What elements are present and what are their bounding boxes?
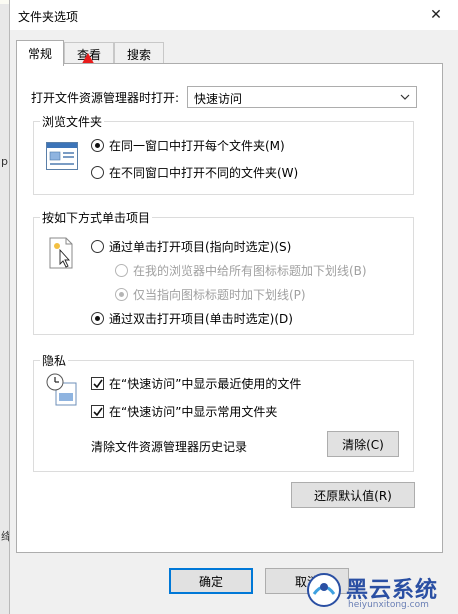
radio-label: 仅当指向图标标题时加下划线(P) [133,288,306,302]
radio-button[interactable] [91,312,104,325]
click-cursor-icon [49,237,73,269]
radio-button[interactable] [91,166,104,179]
folder-window-icon [46,142,78,170]
tab-label: 常规 [27,47,52,61]
open-explorer-value: 快速访问 [194,92,243,106]
radio-button[interactable] [91,139,104,152]
chevron-down-icon [400,94,410,100]
radio-underline-hover[interactable]: 仅当指向图标标题时加下划线(P) [115,286,306,303]
background-text-fragment: p [1,155,8,168]
folder-options-dialog: 文件夹选项 ✕ 常规 查看 搜索 打开文件资源管理器时打开: 快速访问 [9,0,458,614]
check-recent-files[interactable]: 在“快速访问”中显示最近使用的文件 [91,375,301,392]
radio-button[interactable] [91,240,104,253]
checkbox[interactable] [91,377,104,390]
close-icon: ✕ [430,7,442,23]
radio-label: 通过单击打开项目(指向时选定)(S) [109,240,292,254]
radio-label: 在不同窗口中打开不同的文件夹(W) [109,166,299,180]
site-watermark: 黑云系统 heiyunxitong.com [298,570,458,614]
browse-folders-title: 浏览文件夹 [40,113,105,130]
checkbox-label: 在“快速访问”中显示最近使用的文件 [109,377,302,391]
radio-button[interactable] [115,264,128,277]
title-bar: 文件夹选项 ✕ [10,0,458,30]
checkbox-label: 在“快速访问”中显示常用文件夹 [109,405,278,419]
button-label: 还原默认值(R) [314,488,392,503]
privacy-group: 隐私 在“快速访问”中显示最近使用的文件 在“快速访问”中显示常用文件夹 清除文… [33,352,414,472]
click-items-group: 按如下方式单击项目 通过单击打开项目(指向时选定)(S) 在我的浏览器中给所有图… [33,209,414,335]
check-frequent-folders[interactable]: 在“快速访问”中显示常用文件夹 [91,403,277,420]
clear-history-button[interactable]: 清除(C) [327,431,399,457]
clear-history-label: 清除文件资源管理器历史记录 [91,440,248,454]
tab-search[interactable]: 搜索 [114,42,164,64]
radio-label: 通过双击打开项目(单击时选定)(D) [109,312,293,326]
checkmark-icon [93,379,103,389]
radio-label: 在同一窗口中打开每个文件夹(M) [109,139,285,153]
ok-button[interactable]: 确定 [169,568,253,594]
radio-same-window[interactable]: 在同一窗口中打开每个文件夹(M) [91,137,285,154]
restore-defaults-button[interactable]: 还原默认值(R) [291,482,415,508]
tab-general[interactable]: 常规 [16,40,64,66]
open-explorer-label: 打开文件资源管理器时打开: [31,90,180,105]
close-button[interactable]: ✕ [413,0,458,30]
checkbox[interactable] [91,405,104,418]
clock-document-icon [46,373,77,406]
open-explorer-row: 打开文件资源管理器时打开: 快速访问 [31,86,418,108]
tab-label: 搜索 [126,48,151,62]
watermark-logo-icon [307,573,341,607]
general-tab-panel: 打开文件资源管理器时打开: 快速访问 浏览文件夹 在同一窗口中打开每个文件夹(M [16,63,443,553]
radio-label: 在我的浏览器中给所有图标标题加下划线(B) [133,264,367,278]
privacy-title: 隐私 [40,352,69,369]
radio-double-click[interactable]: 通过双击打开项目(单击时选定)(D) [91,310,293,327]
radio-single-click[interactable]: 通过单击打开项目(指向时选定)(S) [91,238,291,255]
dialog-title: 文件夹选项 [18,10,79,24]
open-explorer-select[interactable]: 快速访问 [187,86,418,108]
radio-button[interactable] [115,288,128,301]
button-label: 清除(C) [342,437,384,452]
checkmark-icon [93,407,103,417]
click-items-title: 按如下方式单击项目 [40,209,153,226]
radio-underline-all[interactable]: 在我的浏览器中给所有图标标题加下划线(B) [115,262,367,279]
watermark-site: heiyunxitong.com [348,600,429,610]
button-label: 确定 [198,574,223,589]
radio-different-window[interactable]: 在不同窗口中打开不同的文件夹(W) [91,164,298,181]
browse-folders-group: 浏览文件夹 在同一窗口中打开每个文件夹(M) 在不同窗口中打开不同的文件夹(W) [33,113,414,195]
